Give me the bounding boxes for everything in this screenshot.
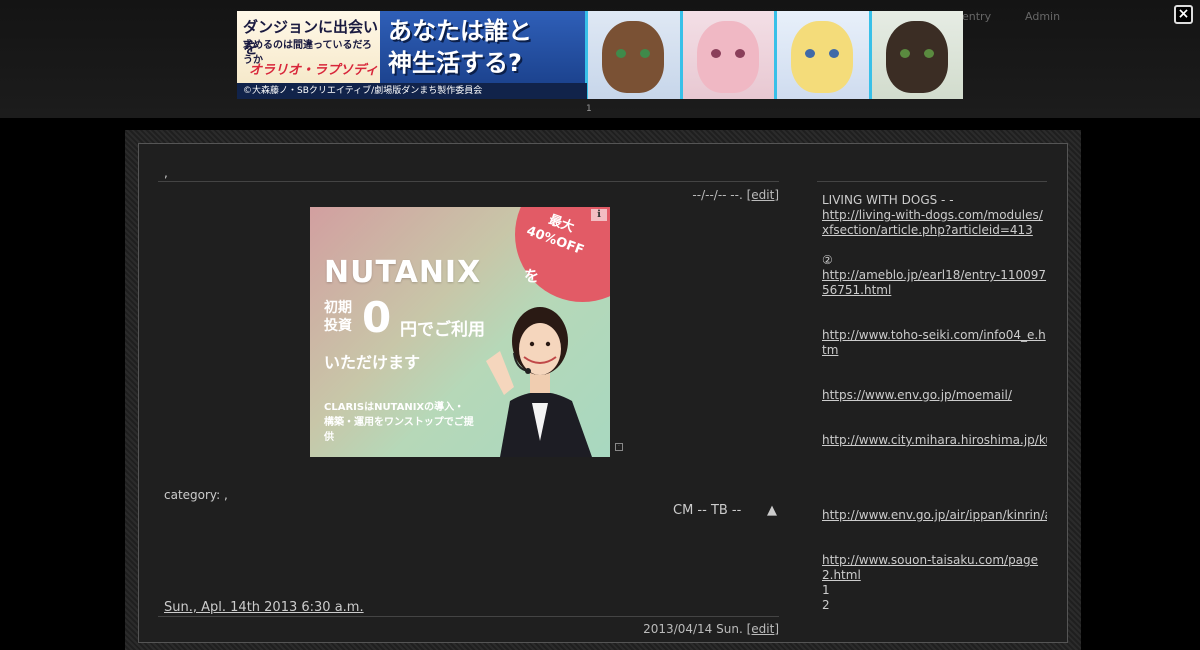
entry-comment-trackback[interactable]: CM -- TB -- [673,503,741,518]
entry-date-line: --/--/-- --. [edit] [692,188,779,202]
ad-line2b: 投資 [324,318,352,334]
entry2-date: 2013/04/14 Sun. [643,622,747,636]
entry2-title[interactable]: Sun., Apl. 14th 2013 6:30 a.m. [164,600,364,615]
sidebar-link[interactable]: http://www.souon-taisaku.com/page2.html [822,553,1047,583]
nav-admin-link[interactable]: Admin [1025,10,1060,23]
sidebar-divider [817,181,1047,182]
ad-brand: NUTANIX [324,255,482,290]
sidebar-item: 1 [822,583,830,597]
ad-line4: CLARISはNUTANIXの導入・構築・運用をワンストップでご提供 [324,402,474,443]
sidebar-link[interactable]: https://www.env.go.jp/moemail/ [822,388,1047,403]
character-portrait [774,11,869,99]
ad-choices-icon[interactable]: · [615,443,623,451]
banner-pager: 1 [586,104,592,114]
ad-line2a: 初期 [324,300,352,316]
entry2-title-divider [158,616,779,617]
character-portrait [585,11,680,99]
sidebar-link[interactable]: http://www.toho-seiki.com/info04_e.htm [822,328,1047,358]
ad-person-image [486,307,592,457]
ad-line3: いただけます [324,353,421,372]
nav-entry-link[interactable]: entry [962,10,991,23]
ad-info-icon[interactable]: ℹ [591,209,607,221]
ad-zero-suffix: 円でご利用 [400,320,485,340]
page-top-arrow-icon[interactable]: ▲ [767,503,777,518]
entry-title: , [164,166,168,180]
banner-copyright: ©大森藤ノ・SBクリエイティブ/劇場版ダンまち製作委員会 [237,83,587,99]
edit-link[interactable]: [edit] [747,622,779,636]
sidebar-heading: LIVING WITH DOGS - - [822,193,954,207]
entry-date: --/--/-- --. [692,188,747,202]
banner-ad[interactable]: ダンジョンに出会いを 求めるのは間違っているだろうか オラリオ・ラプソディア あ… [237,11,963,99]
sidebar-links: LIVING WITH DOGS - - http://living-with-… [822,193,1047,613]
character-portrait [679,11,774,99]
nutanix-ad[interactable]: 最大 40%OFF ℹ NUTANIX を 初期 投資 0 円でご利用 いただけ… [310,207,610,457]
banner-characters [585,11,963,99]
entry2-date-line: 2013/04/14 Sun. [edit] [643,622,779,636]
sidebar-item: 2 [822,598,830,612]
sidebar-link[interactable]: http://living-with-dogs.com/modules/xfse… [822,208,1047,238]
entry-category: category: , [164,488,228,502]
entry-title-divider [158,181,779,182]
sidebar-link[interactable]: http://www.city.mihara.hiroshima.jp/kura… [822,433,1047,448]
banner-catch-line2: 神生活する? [388,49,522,77]
edit-link[interactable]: [edit] [747,188,779,202]
sidebar-circled-number: ② [822,253,833,267]
sidebar-link[interactable]: http://www.env.go.jp/air/ippan/kinrin/a [822,508,1047,523]
banner-catch-line1: あなたは誰と [388,17,532,45]
sidebar-link[interactable]: http://ameblo.jp/earl18/entry-1100975675… [822,268,1047,298]
close-ad-button[interactable]: × [1174,5,1193,24]
ad-zero: 0 [362,293,392,342]
ad-brand-suffix: を [524,267,540,285]
character-portrait [868,11,963,99]
